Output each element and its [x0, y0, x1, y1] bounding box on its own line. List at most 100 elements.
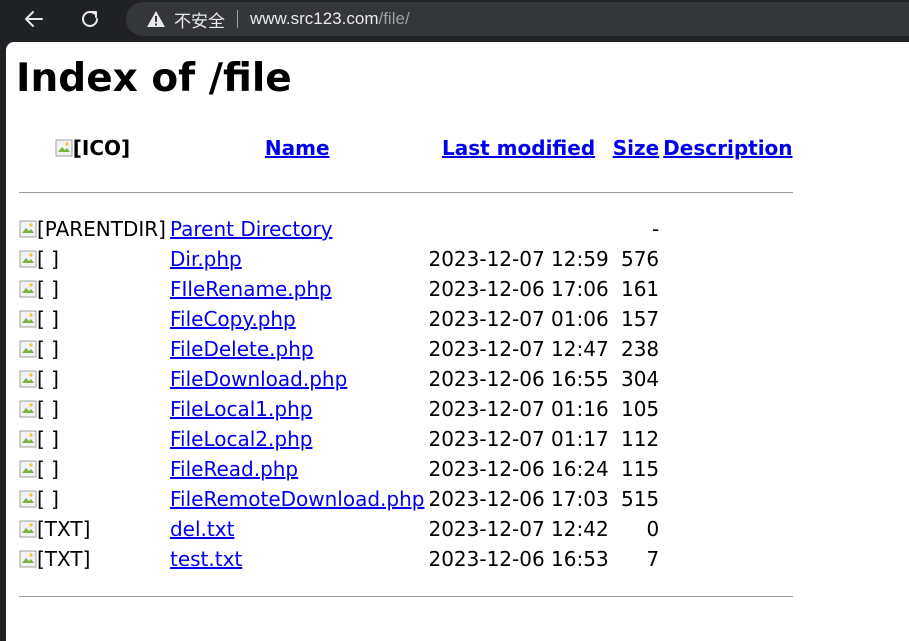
- row-modified: 2023-12-06 17:03: [428, 487, 609, 511]
- row-description: [662, 395, 793, 423]
- row-icon-alt: [ ]: [37, 487, 59, 511]
- table-row: [ ] FileLocal1.php 2023-12-07 01:16 105: [18, 395, 794, 423]
- footer-divider-row: [18, 575, 794, 617]
- table-header-row: [ICO] Name Last modified Size Descriptio…: [18, 127, 794, 169]
- address-bar[interactable]: 不安全 www.src123.com/file/: [126, 2, 909, 36]
- broken-image-icon: [19, 249, 37, 268]
- broken-image-icon: [19, 459, 37, 478]
- row-size: 7: [646, 547, 660, 571]
- file-link[interactable]: FileLocal1.php: [170, 397, 312, 421]
- row-description: [662, 215, 793, 243]
- row-name-cell: FileDownload.php: [169, 365, 425, 393]
- broken-image-icon: [19, 429, 37, 448]
- row-icon-cell: [ ]: [18, 335, 167, 363]
- row-size: 304: [620, 367, 660, 391]
- url-host[interactable]: www.src123.com: [250, 9, 378, 29]
- file-listing-table: [ICO] Name Last modified Size Descriptio…: [16, 125, 796, 619]
- row-description: [662, 515, 793, 543]
- header-divider-row: [18, 171, 794, 213]
- file-link[interactable]: FIleRename.php: [170, 277, 332, 301]
- sort-by-modified-link[interactable]: Last modified: [442, 136, 595, 160]
- file-link[interactable]: Dir.php: [170, 247, 242, 271]
- row-modified: 2023-12-07 12:47: [428, 337, 609, 361]
- row-modified: 2023-12-06 16:53: [428, 547, 609, 571]
- row-icon-alt: [ ]: [37, 337, 59, 361]
- row-name-cell: FileCopy.php: [169, 305, 425, 333]
- row-name-cell: test.txt: [169, 545, 425, 573]
- row-icon-cell: [TXT]: [18, 545, 167, 573]
- row-name-cell: Parent Directory: [169, 215, 425, 243]
- reload-button[interactable]: [74, 4, 106, 34]
- row-name-cell: Dir.php: [169, 245, 425, 273]
- row-icon-cell: [PARENTDIR]: [18, 215, 167, 243]
- browser-toolbar: 不安全 www.src123.com/file/: [0, 0, 909, 40]
- url-path[interactable]: /file/: [378, 9, 409, 29]
- broken-image-icon: [19, 219, 37, 238]
- row-icon-alt: [ ]: [37, 307, 59, 331]
- security-status-label[interactable]: 不安全: [174, 7, 225, 32]
- file-link[interactable]: FileLocal2.php: [170, 427, 312, 451]
- row-description: [662, 245, 793, 273]
- header-description[interactable]: Description: [662, 127, 793, 169]
- row-icon-cell: [TXT]: [18, 515, 167, 543]
- row-description: [662, 365, 793, 393]
- table-row: [ ] FileDownload.php 2023-12-06 16:55 30…: [18, 365, 794, 393]
- file-link[interactable]: FileCopy.php: [170, 307, 296, 331]
- row-icon-alt: [ ]: [37, 277, 59, 301]
- header-divider-cell: [18, 171, 794, 213]
- row-icon-cell: [ ]: [18, 245, 167, 273]
- row-icon-cell: [ ]: [18, 275, 167, 303]
- row-description: [662, 485, 793, 513]
- header-icon-alt: [ICO]: [72, 136, 131, 160]
- file-link[interactable]: test.txt: [170, 547, 242, 571]
- row-icon-alt: [PARENTDIR]: [37, 217, 166, 241]
- table-row: [ ] FIleRename.php 2023-12-06 17:06 161: [18, 275, 794, 303]
- row-description: [662, 275, 793, 303]
- warning-icon[interactable]: [146, 9, 166, 29]
- file-link[interactable]: FileDownload.php: [170, 367, 347, 391]
- table-row: [ ] Dir.php 2023-12-07 12:59 576: [18, 245, 794, 273]
- table-row: [TXT] test.txt 2023-12-06 16:53 7: [18, 545, 794, 573]
- row-modified: 2023-12-06 16:24: [428, 457, 609, 481]
- file-link[interactable]: FileRemoteDownload.php: [170, 487, 424, 511]
- broken-image-icon: [19, 279, 37, 298]
- row-name-cell: del.txt: [169, 515, 425, 543]
- row-icon-alt: [ ]: [37, 397, 59, 421]
- row-size: 576: [620, 247, 660, 271]
- broken-image-icon: [55, 138, 73, 157]
- row-icon-alt: [TXT]: [37, 547, 91, 571]
- file-link[interactable]: FileDelete.php: [170, 337, 314, 361]
- row-name-cell: FileLocal1.php: [169, 395, 425, 423]
- page-title: Index of /file: [16, 56, 292, 101]
- row-icon-alt: [ ]: [37, 427, 59, 451]
- row-size: 238: [620, 337, 660, 361]
- table-row: [ ] FileRemoteDownload.php 2023-12-06 17…: [18, 485, 794, 513]
- header-last-modified[interactable]: Last modified: [427, 127, 609, 169]
- row-icon-alt: [ ]: [37, 367, 59, 391]
- row-modified: 2023-12-07 01:17: [428, 427, 609, 451]
- file-link[interactable]: del.txt: [170, 517, 234, 541]
- row-icon-cell: [ ]: [18, 395, 167, 423]
- table-row: [ ] FileDelete.php 2023-12-07 12:47 238: [18, 335, 794, 363]
- row-icon-alt: [TXT]: [37, 517, 91, 541]
- broken-image-icon: [19, 369, 37, 388]
- sort-by-name-link[interactable]: Name: [265, 136, 330, 160]
- back-button[interactable]: [18, 4, 50, 34]
- broken-image-icon: [19, 339, 37, 358]
- header-size[interactable]: Size: [612, 127, 660, 169]
- row-modified: 2023-12-07 12:59: [428, 247, 609, 271]
- header-name[interactable]: Name: [169, 127, 425, 169]
- file-link[interactable]: FileRead.php: [170, 457, 298, 481]
- row-name-cell: FIleRename.php: [169, 275, 425, 303]
- row-name-cell: FileDelete.php: [169, 335, 425, 363]
- row-name-cell: FileRemoteDownload.php: [169, 485, 425, 513]
- sort-by-description-link[interactable]: Description: [663, 136, 792, 160]
- row-modified: 2023-12-07 01:16: [428, 397, 609, 421]
- row-size: -: [651, 217, 660, 241]
- table-row: [ ] FileLocal2.php 2023-12-07 01:17 112: [18, 425, 794, 453]
- sort-by-size-link[interactable]: Size: [613, 136, 659, 160]
- footer-divider-cell: [18, 575, 794, 617]
- parent-directory-link[interactable]: Parent Directory: [170, 217, 333, 241]
- row-description: [662, 455, 793, 483]
- row-icon-cell: [ ]: [18, 365, 167, 393]
